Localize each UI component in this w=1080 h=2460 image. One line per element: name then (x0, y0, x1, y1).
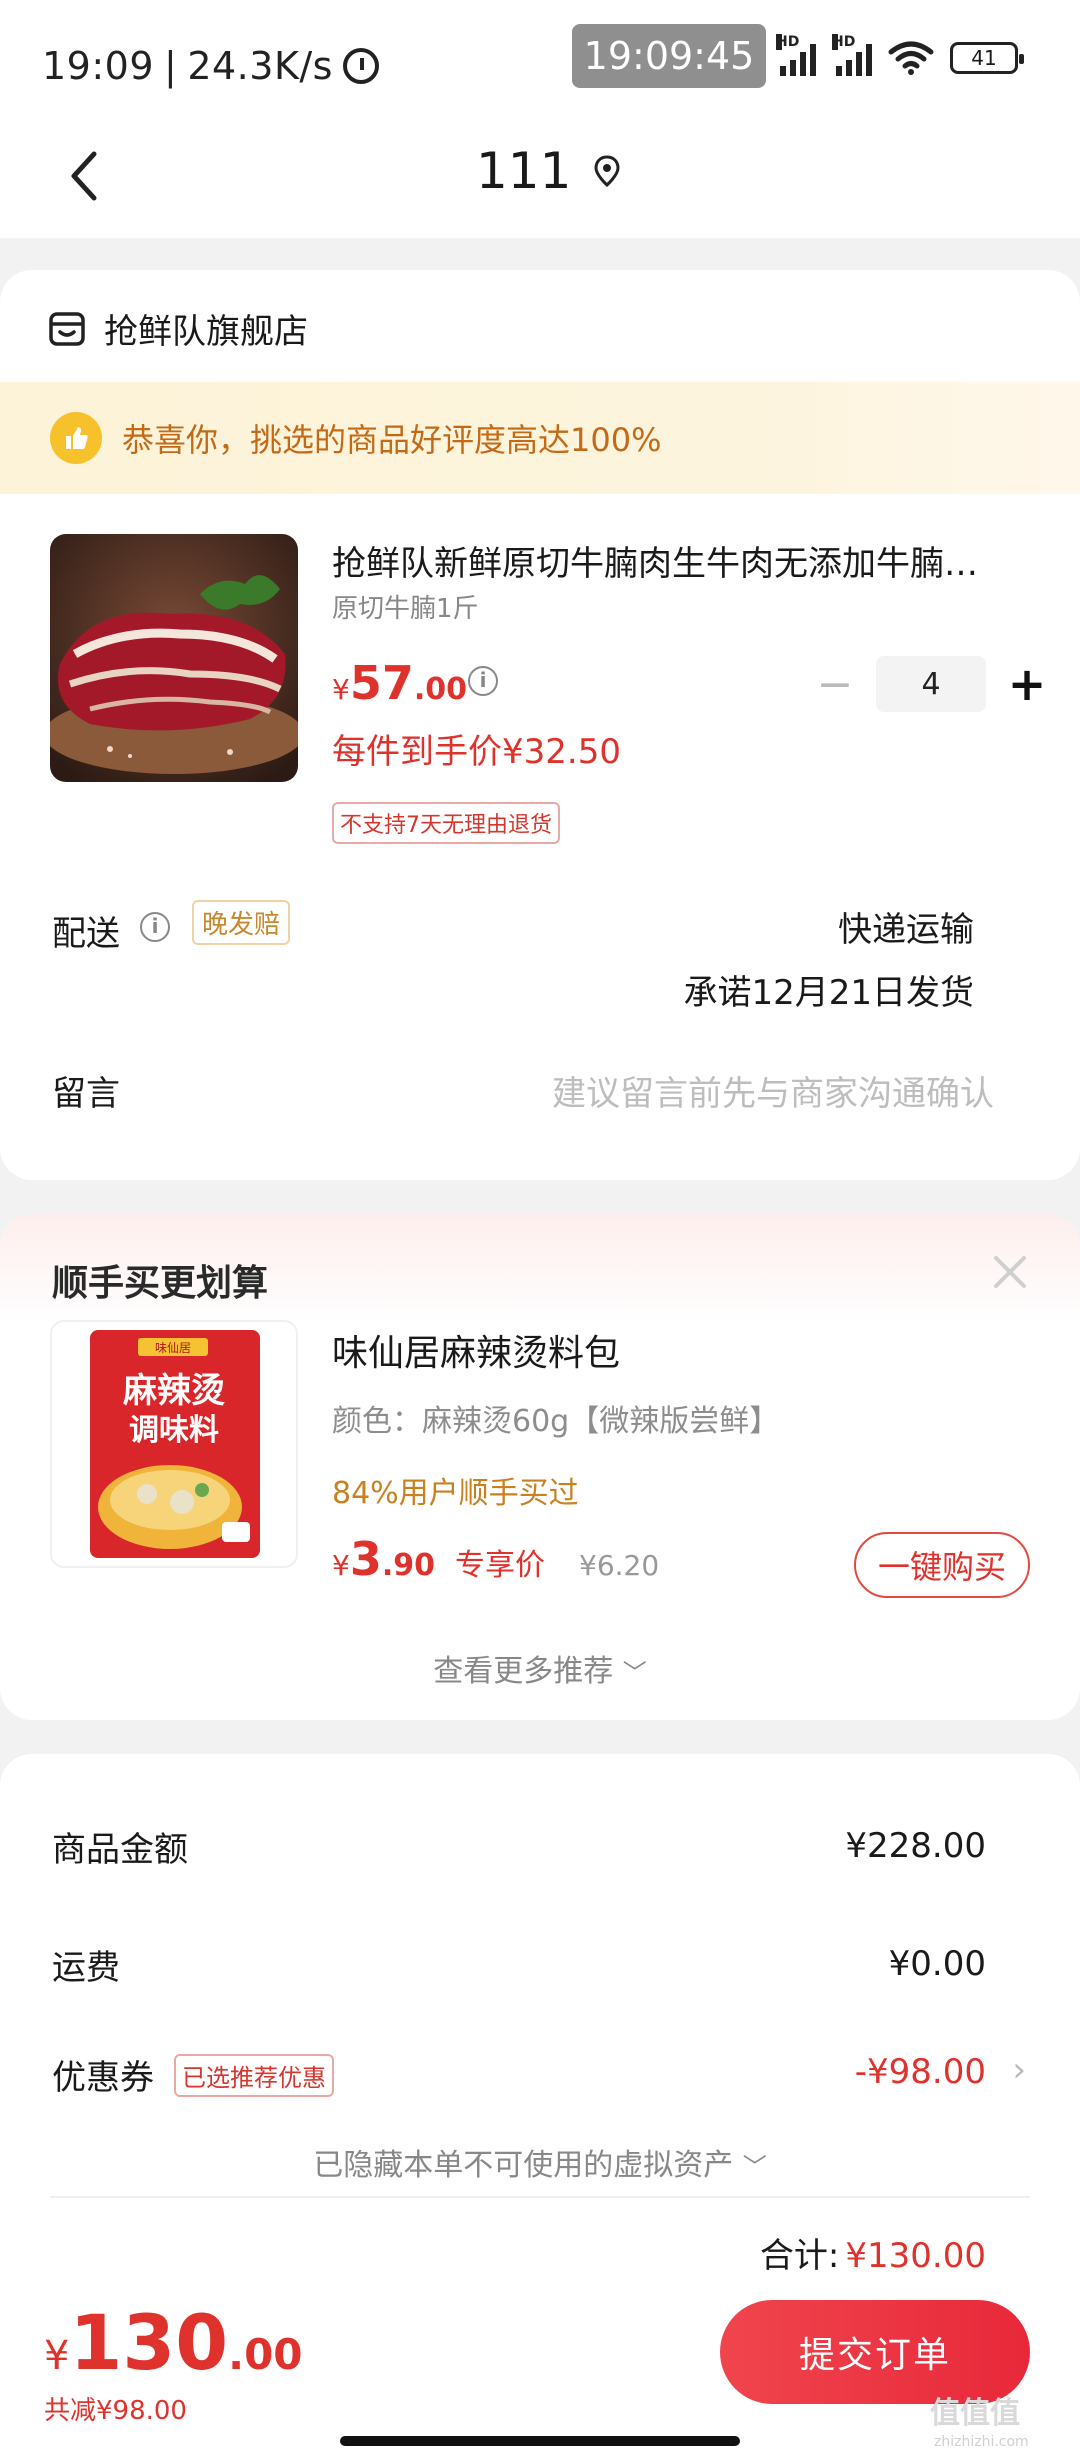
status-left: 19:09 | 24.3K/s (42, 44, 379, 88)
increase-button[interactable]: + (1002, 657, 1052, 711)
late-compensation-tag: 晚发赔 (192, 900, 291, 945)
goods-amount-value: ¥228.00 (845, 1826, 986, 1866)
status-speed: 24.3K/s (187, 44, 333, 88)
recommend-title: 顺手买更划算 (52, 1263, 269, 1304)
message-label: 留言 (52, 1074, 120, 1114)
praise-banner: 恭喜你，挑选的商品好评度高达100% (0, 382, 1080, 494)
price-info-icon[interactable]: i (468, 666, 498, 696)
store-icon (49, 311, 85, 346)
status-separator: | (164, 44, 178, 88)
chevron-down-icon: ﹀ (742, 2153, 767, 2181)
shipping-label: 运费 (52, 1948, 120, 1988)
price-summary-card: 商品金额 ¥228.00 运费 ¥0.00 优惠券 已选推荐优惠 -¥98.00… (0, 1754, 1080, 2314)
alarm-icon (342, 48, 379, 84)
product-image[interactable] (50, 534, 298, 782)
total-saved: 共减¥98.00 (44, 2396, 187, 2426)
price-decimal: .00 (228, 2330, 303, 2379)
status-time-badge: 19:09:45 (572, 24, 766, 88)
unit-final-price: 每件到手价¥32.50 (332, 732, 621, 772)
chevron-right-icon[interactable]: › (1012, 2050, 1026, 2090)
pack-title-text: 麻辣烫 (123, 1371, 225, 1411)
return-policy-tag: 不支持7天无理由退货 (332, 802, 560, 844)
watermark-url: zhizhizhi.com (934, 2434, 1029, 2450)
nav-header: 111 (0, 120, 1080, 238)
message-input[interactable]: 建议留言前先与商家沟通确认 (552, 1066, 994, 1115)
signal-icon: HD (776, 34, 816, 76)
delivery-info-icon[interactable]: i (140, 912, 170, 942)
product-spec[interactable]: 原切牛腩1斤 (332, 588, 479, 625)
price-decimal: .00 (413, 672, 467, 707)
delivery-info[interactable]: 快递运输 承诺12月21日发货 (574, 902, 974, 1014)
status-right: HD HD 41 (776, 34, 1024, 76)
store-row[interactable]: 抢鲜队旗舰店 (48, 304, 308, 353)
recommend-price: ¥ 3 .90 专享价 ¥6.20 (332, 1532, 659, 1586)
pack-subtitle-text: 调味料 (129, 1413, 219, 1448)
pack-brand-text: 味仙居 (155, 1341, 191, 1355)
watermark-logo: 值值值 (930, 2396, 1020, 2431)
coupon-tag: 已选推荐优惠 (174, 2054, 334, 2097)
hidden-assets-label: 已隐藏本单不可使用的虚拟资产 (313, 2148, 734, 2183)
recommend-product-name[interactable]: 味仙居麻辣烫料包 (332, 1324, 620, 1376)
battery-level: 41 (971, 46, 997, 70)
home-indicator[interactable] (340, 2436, 740, 2446)
decrease-button[interactable]: − (810, 659, 860, 710)
status-time: 19:09 (42, 44, 155, 88)
price-integer: 57 (349, 656, 414, 710)
thumbs-up-icon (50, 412, 102, 464)
product-price: ¥ 57 .00 (332, 656, 467, 710)
see-more-recommend[interactable]: 查看更多推荐 ﹀ (0, 1646, 1080, 1690)
recommend-bought-rate: 84%用户顺手买过 (332, 1476, 579, 1511)
coupon-value[interactable]: -¥98.00 (855, 2052, 986, 2092)
price-integer: 130 (69, 2298, 229, 2387)
delivery-promise: 承诺12月21日发货 (683, 973, 974, 1013)
recommend-product-variant[interactable]: 颜色：麻辣烫60g【微辣版尝鲜】 (332, 1396, 779, 1440)
back-arrow-icon[interactable] (56, 146, 116, 206)
see-more-label: 查看更多推荐 (433, 1654, 614, 1689)
address-title[interactable]: 111 (476, 142, 621, 200)
quantity-stepper: − 4 + (810, 656, 1052, 712)
wifi-icon (888, 41, 934, 75)
bottom-checkout-bar: ¥ 130 .00 共减¥98.00 提交订单 值值值 zhizhizhi.co… (0, 2270, 1080, 2460)
coupon-label: 优惠券 (52, 2058, 154, 2098)
goods-amount-label: 商品金额 (52, 1830, 188, 1870)
praise-text: 恭喜你，挑选的商品好评度高达100% (122, 421, 662, 459)
original-price: ¥6.20 (579, 1549, 660, 1582)
close-icon[interactable] (992, 1254, 1028, 1290)
page-title: 111 (476, 142, 572, 200)
one-click-buy-button[interactable]: 一键购买 (854, 1532, 1030, 1598)
price-integer: 3 (349, 1532, 382, 1586)
delivery-method: 快递运输 (838, 910, 974, 950)
status-bar: 19:09 | 24.3K/s 19:09:45 HD HD 41 (0, 0, 1080, 120)
signal-icon: HD (832, 34, 872, 76)
battery-icon: 41 (950, 42, 1024, 74)
order-item-card: 抢鲜队旗舰店 恭喜你，挑选的商品好评度高达100% 抢鲜队新鲜原切牛腩肉生牛肉无… (0, 270, 1080, 1180)
checkout-price: ¥ 130 .00 (44, 2298, 303, 2387)
hidden-assets-toggle[interactable]: 已隐藏本单不可使用的虚拟资产 ﹀ (0, 2140, 1080, 2184)
shipping-value: ¥0.00 (888, 1944, 986, 1984)
divider (50, 2196, 1030, 2198)
hd-label: HD (832, 34, 856, 50)
price-currency: ¥ (44, 2333, 70, 2379)
price-currency: ¥ (332, 1549, 350, 1582)
hd-label: HD (776, 34, 800, 50)
delivery-label: 配送 (52, 914, 120, 954)
product-title[interactable]: 抢鲜队新鲜原切牛腩肉生牛肉无添加牛腩… (332, 536, 1032, 585)
quantity-field[interactable]: 4 (876, 656, 986, 712)
store-name: 抢鲜队旗舰店 (104, 312, 308, 352)
exclusive-price-label: 专享价 (455, 1548, 545, 1583)
price-decimal: .90 (381, 1548, 435, 1583)
location-pin-icon (594, 155, 620, 187)
recommend-card: 顺手买更划算 味仙居 麻辣烫 调味料 味仙居麻辣烫料包 颜色：麻辣烫60g【微辣… (0, 1214, 1080, 1720)
price-currency: ¥ (332, 673, 350, 706)
recommend-product-image[interactable]: 味仙居 麻辣烫 调味料 (50, 1320, 298, 1568)
chevron-down-icon: ﹀ (622, 1659, 647, 1687)
